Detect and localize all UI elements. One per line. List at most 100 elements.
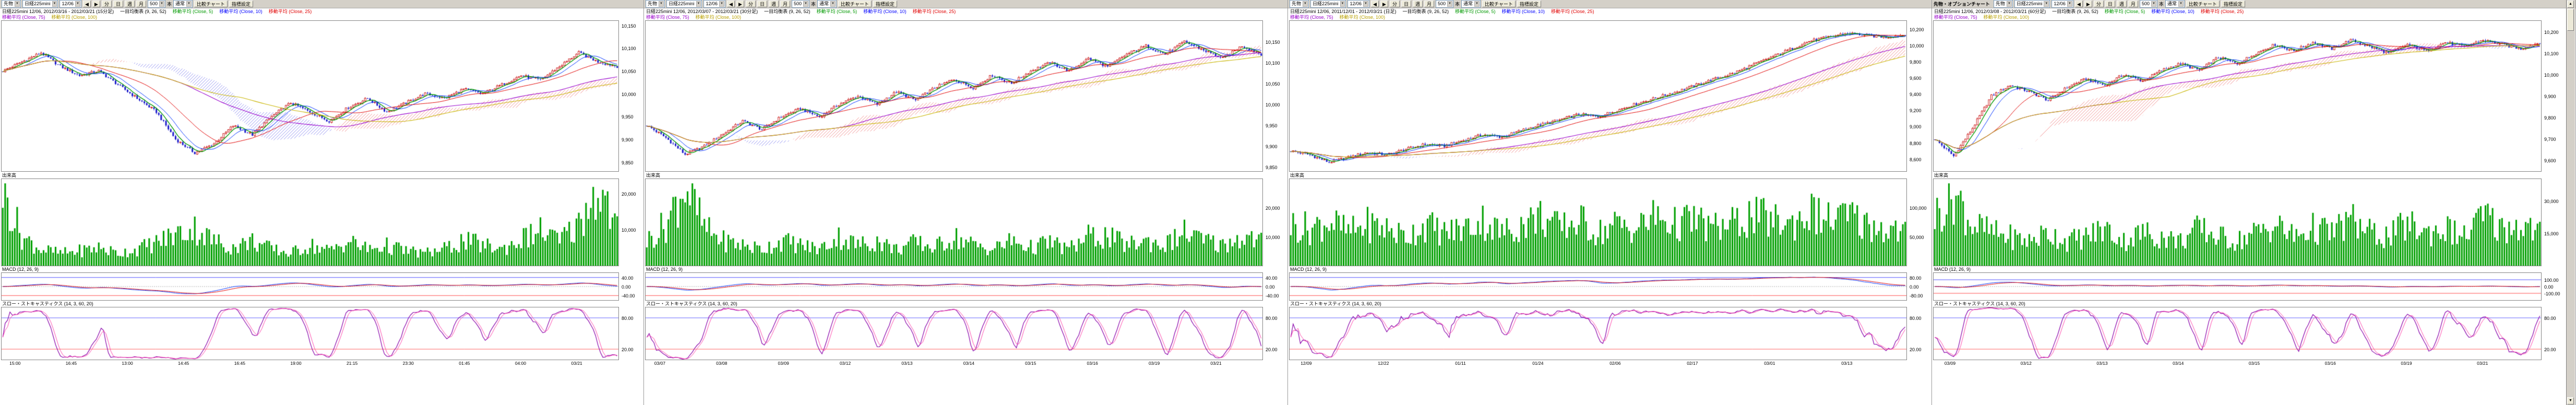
- next-button[interactable]: ▶: [92, 1, 100, 7]
- next-button[interactable]: ▶: [736, 1, 744, 7]
- toolbar-action-button[interactable]: 比較チャート: [2186, 1, 2220, 7]
- contract-month-select[interactable]: 12/06 ▼: [2052, 0, 2073, 8]
- toolbar-action-button[interactable]: 比較チャート: [1482, 1, 1516, 7]
- toolbar-action-button[interactable]: 指標設定: [1517, 1, 1541, 7]
- axis-tick-label: 9,900: [622, 137, 634, 142]
- bar-count-select[interactable]: 500 ▼: [148, 0, 165, 8]
- instrument-type-value: 先物: [1996, 1, 2005, 7]
- chevron-down-icon: ▼: [1447, 1, 1452, 7]
- panel-toolbar: 先物 ▼ 日経225mini ▼ 12/06 ▼ ◀ ▶ 分日週月 500 ▼ …: [0, 0, 643, 8]
- symbol-select[interactable]: 日経225mini ▼: [1310, 0, 1346, 8]
- chart-mode-select[interactable]: 通常 ▼: [1461, 0, 1481, 8]
- contract-month-select[interactable]: 12/06 ▼: [1347, 0, 1369, 8]
- toolbar-action-button[interactable]: 比較チャート: [838, 1, 872, 7]
- symbol-value: 日経225mini: [1313, 1, 1339, 7]
- toolbar-action-button[interactable]: 指標設定: [873, 1, 897, 7]
- price-pane: [1933, 20, 2542, 172]
- axis-tick-label: 0.00: [2544, 284, 2554, 290]
- scroll-down-button[interactable]: ▼: [2567, 397, 2574, 404]
- timeframe-button[interactable]: 分: [1390, 1, 1400, 7]
- chart-mode-select[interactable]: 通常 ▼: [817, 0, 837, 8]
- chart-mode-value: 通常: [819, 1, 829, 7]
- next-button[interactable]: ▶: [2084, 1, 2092, 7]
- timeframe-button[interactable]: 日: [113, 1, 123, 7]
- chart-mode-select[interactable]: 通常 ▼: [173, 0, 193, 8]
- next-button[interactable]: ▶: [1380, 1, 1388, 7]
- timeframe-button[interactable]: 週: [125, 1, 135, 7]
- chevron-down-icon: ▼: [1340, 1, 1345, 7]
- legend-item: 移動平均 (Close, 10): [2151, 9, 2195, 14]
- axis-tick-label: 100.00: [2544, 278, 2559, 283]
- time-label: 01/11: [1455, 361, 1466, 366]
- macd-pane-label: MACD (12, 26, 9): [2, 267, 39, 272]
- bar-count-select[interactable]: 500 ▼: [792, 0, 809, 8]
- time-axis: 03/0703/0803/0903/1203/1303/1403/1503/16…: [645, 361, 1263, 366]
- axis-tick-label: 10,000: [2544, 73, 2559, 78]
- legend-item: 一目均衡表 (9, 26, 52): [1402, 9, 1449, 14]
- axis-tick-label: 10,050: [622, 69, 636, 74]
- axis-tick-label: 0.00: [622, 284, 631, 290]
- prev-button[interactable]: ◀: [83, 1, 91, 7]
- macd-pane-label: MACD (12, 26, 9): [1934, 267, 1971, 272]
- legend-item: 日経225mini 12/06, 2012/03/16 - 2012/03/21…: [2, 9, 114, 14]
- chevron-down-icon: ▼: [2151, 1, 2156, 7]
- chart-workspace: 先物 ▼ 日経225mini ▼ 12/06 ▼ ◀ ▶ 分日週月 500 ▼ …: [0, 0, 2576, 405]
- prev-button[interactable]: ◀: [727, 1, 735, 7]
- axis-tick-label: 10,000: [1910, 43, 1924, 49]
- timeframe-button[interactable]: 週: [769, 1, 779, 7]
- bar-count-unit-label: 本: [1455, 1, 1460, 7]
- timeframe-button[interactable]: 日: [2105, 1, 2115, 7]
- timeframe-button[interactable]: 分: [2094, 1, 2104, 7]
- scrollbar-thumb[interactable]: [2567, 9, 2574, 31]
- legend-item: 移動平均 (Close, 10): [863, 9, 907, 14]
- symbol-select[interactable]: 日経225mini ▼: [2014, 0, 2050, 8]
- axis-tick-label: 8,800: [1910, 141, 1922, 146]
- symbol-select[interactable]: 日経225mini ▼: [22, 0, 58, 8]
- axis-tick-label: 20,000: [1266, 206, 1280, 211]
- chart-panel: 先物 ▼ 日経225mini ▼ 12/06 ▼ ◀ ▶ 分日週月 500 ▼ …: [0, 0, 644, 405]
- chevron-down-icon: ▼: [52, 1, 57, 7]
- legend-item: 移動平均 (Close, 5): [2105, 9, 2145, 14]
- toolbar-action-button[interactable]: 指標設定: [2221, 1, 2245, 7]
- chevron-down-icon: ▼: [830, 1, 836, 7]
- timeframe-button[interactable]: 週: [2117, 1, 2127, 7]
- timeframe-button[interactable]: 月: [780, 1, 790, 7]
- symbol-select[interactable]: 日経225mini ▼: [666, 0, 702, 8]
- timeframe-button[interactable]: 日: [1401, 1, 1411, 7]
- vertical-scrollbar[interactable]: ▲ ▼: [2566, 0, 2575, 405]
- timeframe-button[interactable]: 分: [102, 1, 112, 7]
- prev-button[interactable]: ◀: [1371, 1, 1379, 7]
- price-axis: 10,15010,10010,05010,0009,9509,9009,8502…: [621, 0, 645, 405]
- toolbar-action-button[interactable]: 比較チャート: [194, 1, 228, 7]
- timeframe-button[interactable]: 月: [1424, 1, 1434, 7]
- timeframe-button[interactable]: 日: [757, 1, 767, 7]
- time-label: 01:45: [459, 361, 470, 366]
- panel-toolbar: 先物 ▼ 日経225mini ▼ 12/06 ▼ ◀ ▶ 分日週月 500 ▼ …: [1288, 0, 1931, 8]
- contract-month-select[interactable]: 12/06 ▼: [59, 0, 81, 8]
- instrument-type-select[interactable]: 先物 ▼: [2, 0, 21, 8]
- timeframe-button[interactable]: 週: [1413, 1, 1423, 7]
- time-label: 03/21: [1210, 361, 1221, 366]
- timeframe-button[interactable]: 月: [2128, 1, 2138, 7]
- bar-count-select[interactable]: 500 ▼: [1436, 0, 1453, 8]
- volume-pane-label: 出来高: [1934, 173, 1948, 178]
- contract-month-select[interactable]: 12/06 ▼: [703, 0, 725, 8]
- prev-button[interactable]: ◀: [2075, 1, 2083, 7]
- timeframe-button[interactable]: 分: [746, 1, 756, 7]
- time-label: 12/09: [1301, 361, 1311, 366]
- scroll-up-button[interactable]: ▲: [2567, 1, 2574, 8]
- axis-tick-label: 40.00: [1266, 276, 1278, 281]
- macd-pane: [1933, 272, 2542, 301]
- chart-legend-line1: 日経225mini 12/06, 2012/03/07 - 2012/03/21…: [646, 9, 1260, 14]
- axis-tick-label: 9,700: [2544, 137, 2556, 142]
- instrument-type-select[interactable]: 先物 ▼: [1994, 0, 2013, 8]
- axis-tick-label: 10,050: [1266, 81, 1280, 87]
- chart-mode-select[interactable]: 通常 ▼: [2165, 0, 2185, 8]
- instrument-type-select[interactable]: 先物 ▼: [646, 0, 665, 8]
- toolbar-action-button[interactable]: 指標設定: [229, 1, 253, 7]
- candlestick-chart: [646, 21, 1262, 171]
- bar-count-select[interactable]: 500 ▼: [2140, 0, 2157, 8]
- timeframe-button[interactable]: 月: [136, 1, 146, 7]
- candlestick-chart: [2, 21, 618, 171]
- instrument-type-select[interactable]: 先物 ▼: [1290, 0, 1309, 8]
